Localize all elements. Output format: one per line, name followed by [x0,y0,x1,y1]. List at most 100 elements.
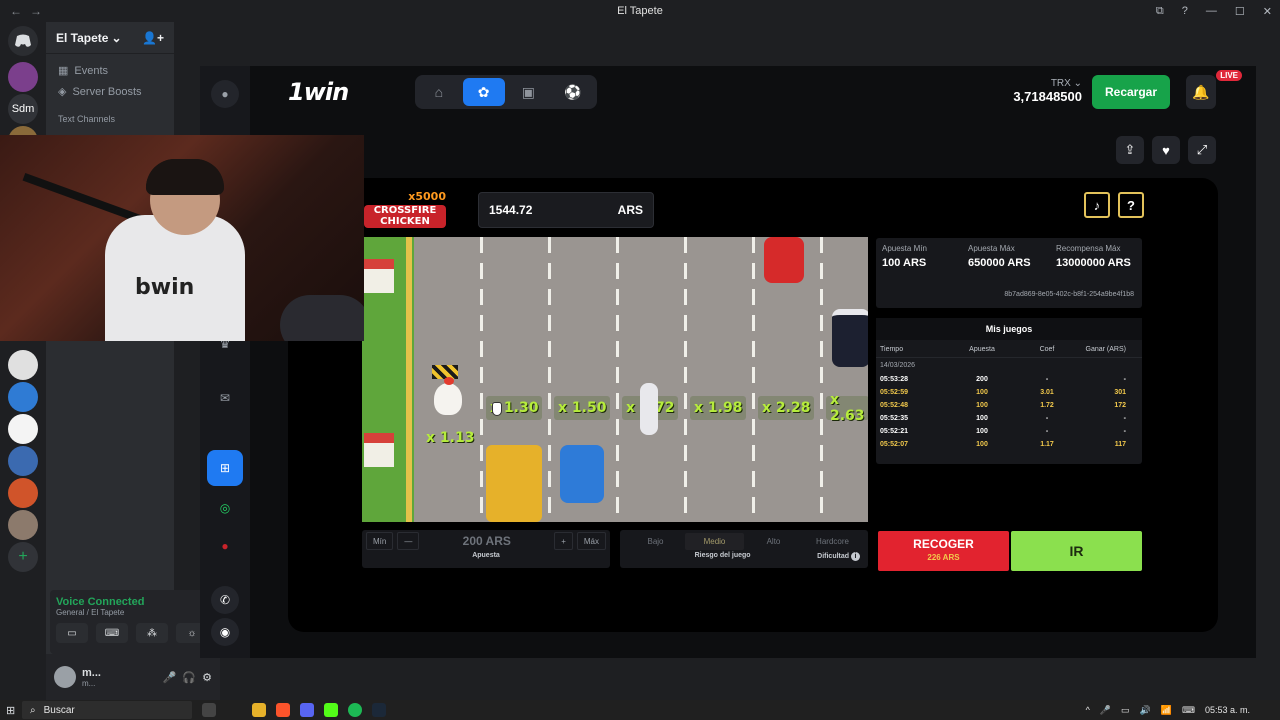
lane-multiplier[interactable]: x 1.50 [554,396,611,420]
my-games-panel: Mis juegos Tiempo Apuesta Coef Ganar (AR… [876,318,1142,464]
table-row: 05:52:21 100 - - [876,425,1142,438]
risk-medio[interactable]: Medio [685,532,744,550]
inbox-icon[interactable]: ⧉ [1156,5,1164,18]
headset-icon[interactable]: 🎧 [182,671,196,684]
go-button[interactable]: IR [1011,531,1142,571]
account-balance[interactable]: TRX ⌄ 3,71848500 [1013,78,1082,104]
file-explorer-icon[interactable] [252,703,266,717]
lane-multiplier[interactable]: x 2.28 [758,396,815,420]
info-icon[interactable]: i [851,552,860,561]
guild-icon[interactable] [8,62,38,92]
row-coef: 1.17 [1040,441,1054,448]
guild-icon[interactable] [8,510,38,540]
bet-label: Apuesta [472,552,500,559]
nav-sports[interactable]: ⚽ [552,78,594,106]
phone-glyph: ✆ [219,593,231,607]
notification-bell-icon[interactable]: 🔔 [1186,75,1216,109]
lane-line [684,237,687,522]
volume-icon[interactable]: 🔊 [1140,705,1151,716]
language-flag-icon[interactable]: ● [211,532,239,560]
minimize-button[interactable]: — [1206,5,1217,17]
nav-home[interactable]: ⌂ [418,78,460,106]
lane-line [480,237,483,522]
keyboard-icon[interactable]: ⌨ [1182,705,1195,716]
windows-app-icon[interactable]: ⊞ [207,450,243,486]
max-bet-button[interactable]: Máx [576,532,606,550]
mic-icon[interactable]: 🎤 [163,671,177,684]
steam-icon[interactable] [372,703,386,717]
social-links-icon[interactable]: ◎ [211,494,239,522]
guild-icon-sdm[interactable]: Sdm [8,94,38,124]
sound-toggle-icon[interactable]: ♪ [1084,192,1110,218]
row-bet: 100 [976,402,988,409]
yellow-truck [486,445,542,522]
tray-mic-icon[interactable]: 🎤 [1100,705,1111,716]
decrease-bet-button[interactable]: — [397,532,420,550]
recargar-button[interactable]: Recargar [1092,75,1170,109]
taskbar-search[interactable]: ⌕ Buscar [22,701,192,719]
help-button[interactable]: ? [1118,192,1144,218]
lane-multiplier[interactable]: x 1.98 [690,396,747,420]
site-logo[interactable]: 1win [288,78,349,106]
close-button[interactable]: ✕ [1263,5,1272,18]
game-frame: x5000 CROSSFIRE CHICKEN 1544.72 ARS ♪ ? … [288,178,1218,632]
row-time: 05:52:07 [880,441,909,448]
camera-off-icon[interactable]: ▭ [56,623,88,643]
settings-gear-icon[interactable]: ⚙ [202,671,212,684]
tray-expand-icon[interactable]: ^ [1086,705,1090,715]
channel-events[interactable]: ▦ Events [46,60,174,81]
increase-bet-button[interactable]: + [554,532,573,550]
invite-icon[interactable]: 👤+ [142,31,164,45]
support-icon[interactable]: ✉ [211,384,239,412]
discord-home-icon[interactable] [8,26,38,56]
min-bet-button[interactable]: Mín [366,532,394,550]
network-icon[interactable]: 📶 [1161,705,1172,716]
row-bet: 100 [976,428,988,435]
server-header[interactable]: El Tapete ⌄ 👤+ [46,22,174,54]
bet-amount-input[interactable]: 200 ARS [423,534,550,548]
channel-server-boosts[interactable]: ◈ Server Boosts [46,81,174,102]
avatar[interactable] [54,666,76,688]
table-row: 05:53:28 200 - - [876,373,1142,386]
guild-icon[interactable] [8,414,38,444]
risk-controls: Bajo Medio Alto Hardcore Riesgo del jueg… [620,530,868,568]
activities-icon[interactable]: ⁂ [136,623,168,643]
add-server-icon[interactable]: + [8,542,38,572]
guild-icon[interactable] [8,382,38,412]
favorite-icon[interactable]: ♥ [1152,136,1180,164]
nav-live-casino[interactable]: ▣ [508,78,550,106]
maximize-button[interactable]: ☐ [1235,5,1245,18]
phone-icon[interactable]: ✆ [211,586,239,614]
text-channels-category[interactable]: Text Channels [46,110,174,128]
search-placeholder: Buscar [43,704,75,716]
kick-icon[interactable] [324,703,338,717]
guild-icon[interactable] [8,446,38,476]
risk-hardcore[interactable]: Hardcore [803,537,862,546]
clock[interactable]: 05:53 a. m. [1205,705,1250,715]
row-coef: - [1045,376,1049,383]
game-balance: 1544.72 ARS [478,192,654,228]
fullscreen-icon[interactable]: ⤢ [1188,136,1216,164]
cashout-button[interactable]: RECOGER 226 ARS [878,531,1009,571]
brave-icon[interactable] [276,703,290,717]
profile-icon[interactable]: ● [211,80,239,108]
share-icon[interactable]: ⇪ [1116,136,1144,164]
risk-bajo[interactable]: Bajo [626,537,685,546]
row-win: - [1123,428,1126,435]
spotify-icon[interactable] [348,703,362,717]
task-view-icon[interactable] [202,703,216,717]
overwatch-guild-icon[interactable] [8,350,38,380]
tray-display-icon[interactable]: ▭ [1121,705,1130,716]
risk-alto[interactable]: Alto [744,537,803,546]
nav-casino[interactable]: ✿ [462,78,505,106]
chat-icon[interactable]: ◉ [211,618,239,646]
guild-icon[interactable] [8,478,38,508]
mouse-cursor [492,402,502,416]
windows-taskbar: ⊞ ⌕ Buscar ^ 🎤 ▭ 🔊 📶 ⌨ 05:53 a. m. [0,700,1280,720]
lane-multiplier[interactable]: x 2.63 [826,392,868,424]
start-icon[interactable]: ⊞ [6,704,15,717]
discord-taskbar-icon[interactable] [300,703,314,717]
currency-selector[interactable]: TRX ⌄ [1013,78,1082,89]
screen-share-icon[interactable]: ⌨ [96,623,128,643]
help-icon[interactable]: ? [1182,5,1188,17]
